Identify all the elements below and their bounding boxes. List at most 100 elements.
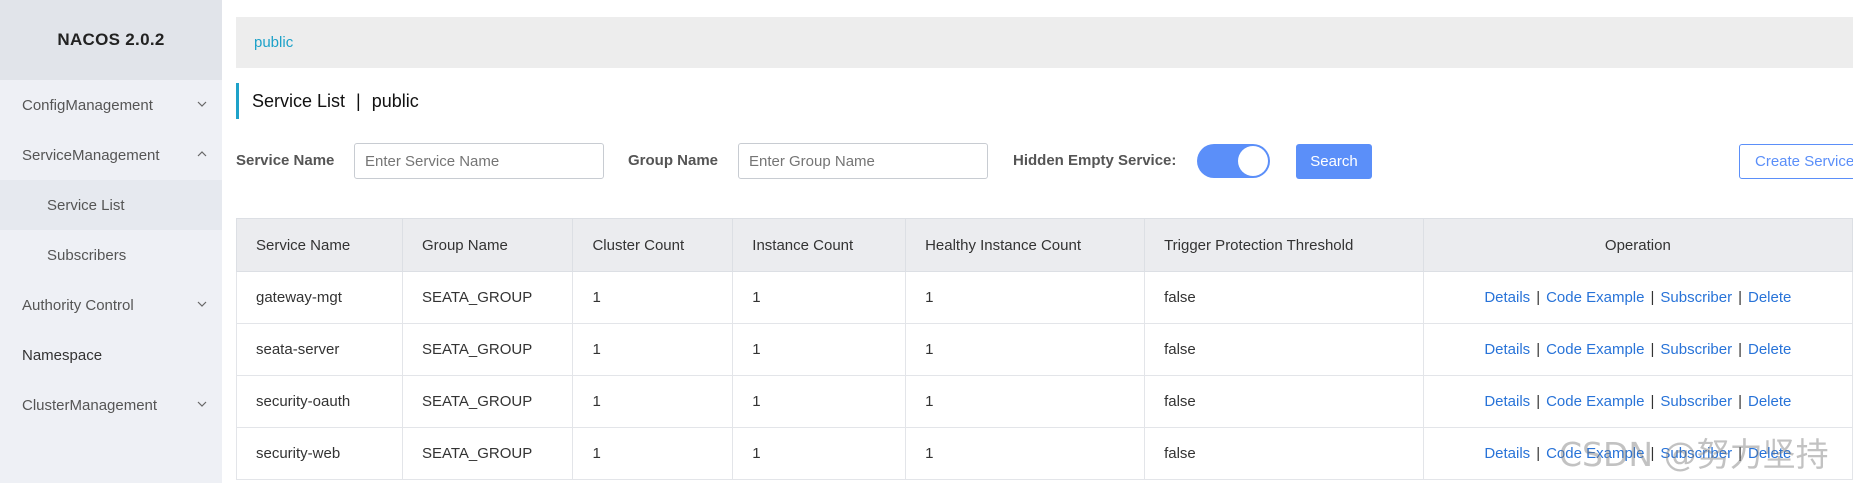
page-title-text: Service List	[252, 90, 346, 111]
cell-threshold: false	[1144, 323, 1424, 376]
op-separator: |	[1536, 445, 1541, 462]
sidebar-item-namespace[interactable]: Namespace	[0, 330, 222, 380]
chevron-down-icon	[197, 401, 207, 407]
chevron-up-icon	[197, 151, 207, 157]
details-link[interactable]: Details	[1484, 341, 1530, 358]
group-name-input[interactable]	[738, 143, 988, 179]
cell-operations: Details | Code Example | Subscriber | Delete	[1422, 427, 1853, 480]
cell-threshold: false	[1144, 271, 1424, 324]
table-row: security-web SEATA_GROUP 1 1 1 false Det…	[236, 427, 1853, 480]
delete-link[interactable]: Delete	[1748, 289, 1791, 306]
cell-instance-count: 1	[732, 323, 907, 376]
code-example-link[interactable]: Code Example	[1546, 341, 1644, 358]
create-service-button[interactable]: Create Service	[1739, 144, 1853, 179]
sidebar-item-label: Subscribers	[47, 246, 127, 264]
title-separator: |	[356, 90, 361, 111]
cell-service-name: seata-server	[236, 323, 403, 376]
cell-operations: Details | Code Example | Subscriber | Delete	[1422, 375, 1853, 428]
op-separator: |	[1536, 289, 1541, 306]
sidebar-item-label: Service List	[47, 196, 125, 214]
column-header-trigger-protection-threshold: Trigger Protection Threshold	[1144, 218, 1424, 272]
cell-threshold: false	[1144, 375, 1424, 428]
filter-bar: Service Name Group Name Hidden Empty Ser…	[236, 143, 1853, 179]
cell-cluster-count: 1	[572, 427, 734, 480]
column-header-service-name: Service Name	[236, 218, 403, 272]
cell-instance-count: 1	[732, 427, 907, 480]
cell-service-name: security-web	[236, 427, 403, 480]
namespace-bar: public	[236, 17, 1853, 68]
sidebar-item-authority-control[interactable]: Authority Control	[0, 280, 222, 330]
cell-cluster-count: 1	[572, 375, 734, 428]
service-name-input[interactable]	[354, 143, 604, 179]
cell-healthy-instance-count: 1	[905, 271, 1146, 324]
brand-title: NACOS 2.0.2	[0, 0, 222, 80]
sidebar-item-label: Namespace	[22, 346, 103, 364]
op-separator: |	[1738, 289, 1742, 306]
sidebar-item-service-list[interactable]: Service List	[0, 180, 222, 230]
op-separator: |	[1536, 393, 1541, 410]
namespace-link[interactable]: public	[254, 34, 293, 51]
details-link[interactable]: Details	[1484, 289, 1530, 306]
sidebar-item-subscribers[interactable]: Subscribers	[0, 230, 222, 280]
table-header-row: Service Name Group Name Cluster Count In…	[236, 218, 1853, 272]
cell-operations: Details | Code Example | Subscriber | Delete	[1422, 323, 1853, 376]
subscriber-link[interactable]: Subscriber	[1660, 289, 1732, 306]
sidebar-item-cluster-management[interactable]: ClusterManagement	[0, 380, 222, 430]
cell-instance-count: 1	[732, 271, 907, 324]
cell-group-name: SEATA_GROUP	[401, 271, 574, 324]
code-example-link[interactable]: Code Example	[1546, 289, 1644, 306]
op-separator: |	[1738, 445, 1742, 462]
cell-service-name: gateway-mgt	[236, 271, 403, 324]
column-header-instance-count: Instance Count	[732, 218, 907, 272]
cell-threshold: false	[1144, 427, 1424, 480]
cell-group-name: SEATA_GROUP	[401, 375, 574, 428]
toggle-knob	[1238, 146, 1268, 176]
service-name-label: Service Name	[236, 152, 335, 169]
group-name-label: Group Name	[628, 152, 719, 169]
op-separator: |	[1650, 341, 1655, 358]
hidden-empty-service-label: Hidden Empty Service:	[1013, 152, 1177, 169]
column-header-cluster-count: Cluster Count	[572, 218, 734, 272]
sidebar-item-label: Authority Control	[22, 296, 134, 314]
delete-link[interactable]: Delete	[1748, 341, 1791, 358]
code-example-link[interactable]: Code Example	[1546, 445, 1644, 462]
cell-healthy-instance-count: 1	[905, 427, 1146, 480]
op-separator: |	[1650, 445, 1655, 462]
search-button[interactable]: Search	[1296, 144, 1372, 179]
subscriber-link[interactable]: Subscriber	[1660, 393, 1732, 410]
details-link[interactable]: Details	[1484, 445, 1530, 462]
op-separator: |	[1650, 393, 1655, 410]
chevron-down-icon	[197, 101, 207, 107]
delete-link[interactable]: Delete	[1748, 393, 1791, 410]
column-header-group-name: Group Name	[401, 218, 574, 272]
table-row: seata-server SEATA_GROUP 1 1 1 false Det…	[236, 323, 1853, 376]
cell-cluster-count: 1	[572, 271, 734, 324]
sidebar-item-label: ConfigManagement	[22, 96, 153, 114]
table-row: security-oauth SEATA_GROUP 1 1 1 false D…	[236, 375, 1853, 428]
subscriber-link[interactable]: Subscriber	[1660, 445, 1732, 462]
page-title-namespace: public	[371, 90, 419, 111]
chevron-down-icon	[197, 301, 207, 307]
cell-cluster-count: 1	[572, 323, 734, 376]
cell-instance-count: 1	[732, 375, 907, 428]
cell-group-name: SEATA_GROUP	[401, 323, 574, 376]
cell-group-name: SEATA_GROUP	[401, 427, 574, 480]
sidebar-item-label: ClusterManagement	[22, 396, 158, 414]
cell-healthy-instance-count: 1	[905, 323, 1146, 376]
column-header-healthy-instance-count: Healthy Instance Count	[905, 218, 1146, 272]
sidebar-item-config-management[interactable]: ConfigManagement	[0, 80, 222, 130]
hidden-empty-service-toggle[interactable]	[1197, 144, 1270, 178]
subscriber-link[interactable]: Subscriber	[1660, 341, 1732, 358]
main-content: public Service List | public Service Nam…	[236, 0, 1853, 483]
sidebar: NACOS 2.0.2 ConfigManagement ServiceMana…	[0, 0, 222, 483]
column-header-operation: Operation	[1422, 218, 1853, 272]
code-example-link[interactable]: Code Example	[1546, 393, 1644, 410]
op-separator: |	[1738, 341, 1742, 358]
details-link[interactable]: Details	[1484, 393, 1530, 410]
op-separator: |	[1650, 289, 1655, 306]
page-title: Service List | public	[236, 83, 419, 119]
sidebar-item-label: ServiceManagement	[22, 146, 160, 164]
sidebar-item-service-management[interactable]: ServiceManagement	[0, 130, 222, 180]
cell-service-name: security-oauth	[236, 375, 403, 428]
delete-link[interactable]: Delete	[1748, 445, 1791, 462]
